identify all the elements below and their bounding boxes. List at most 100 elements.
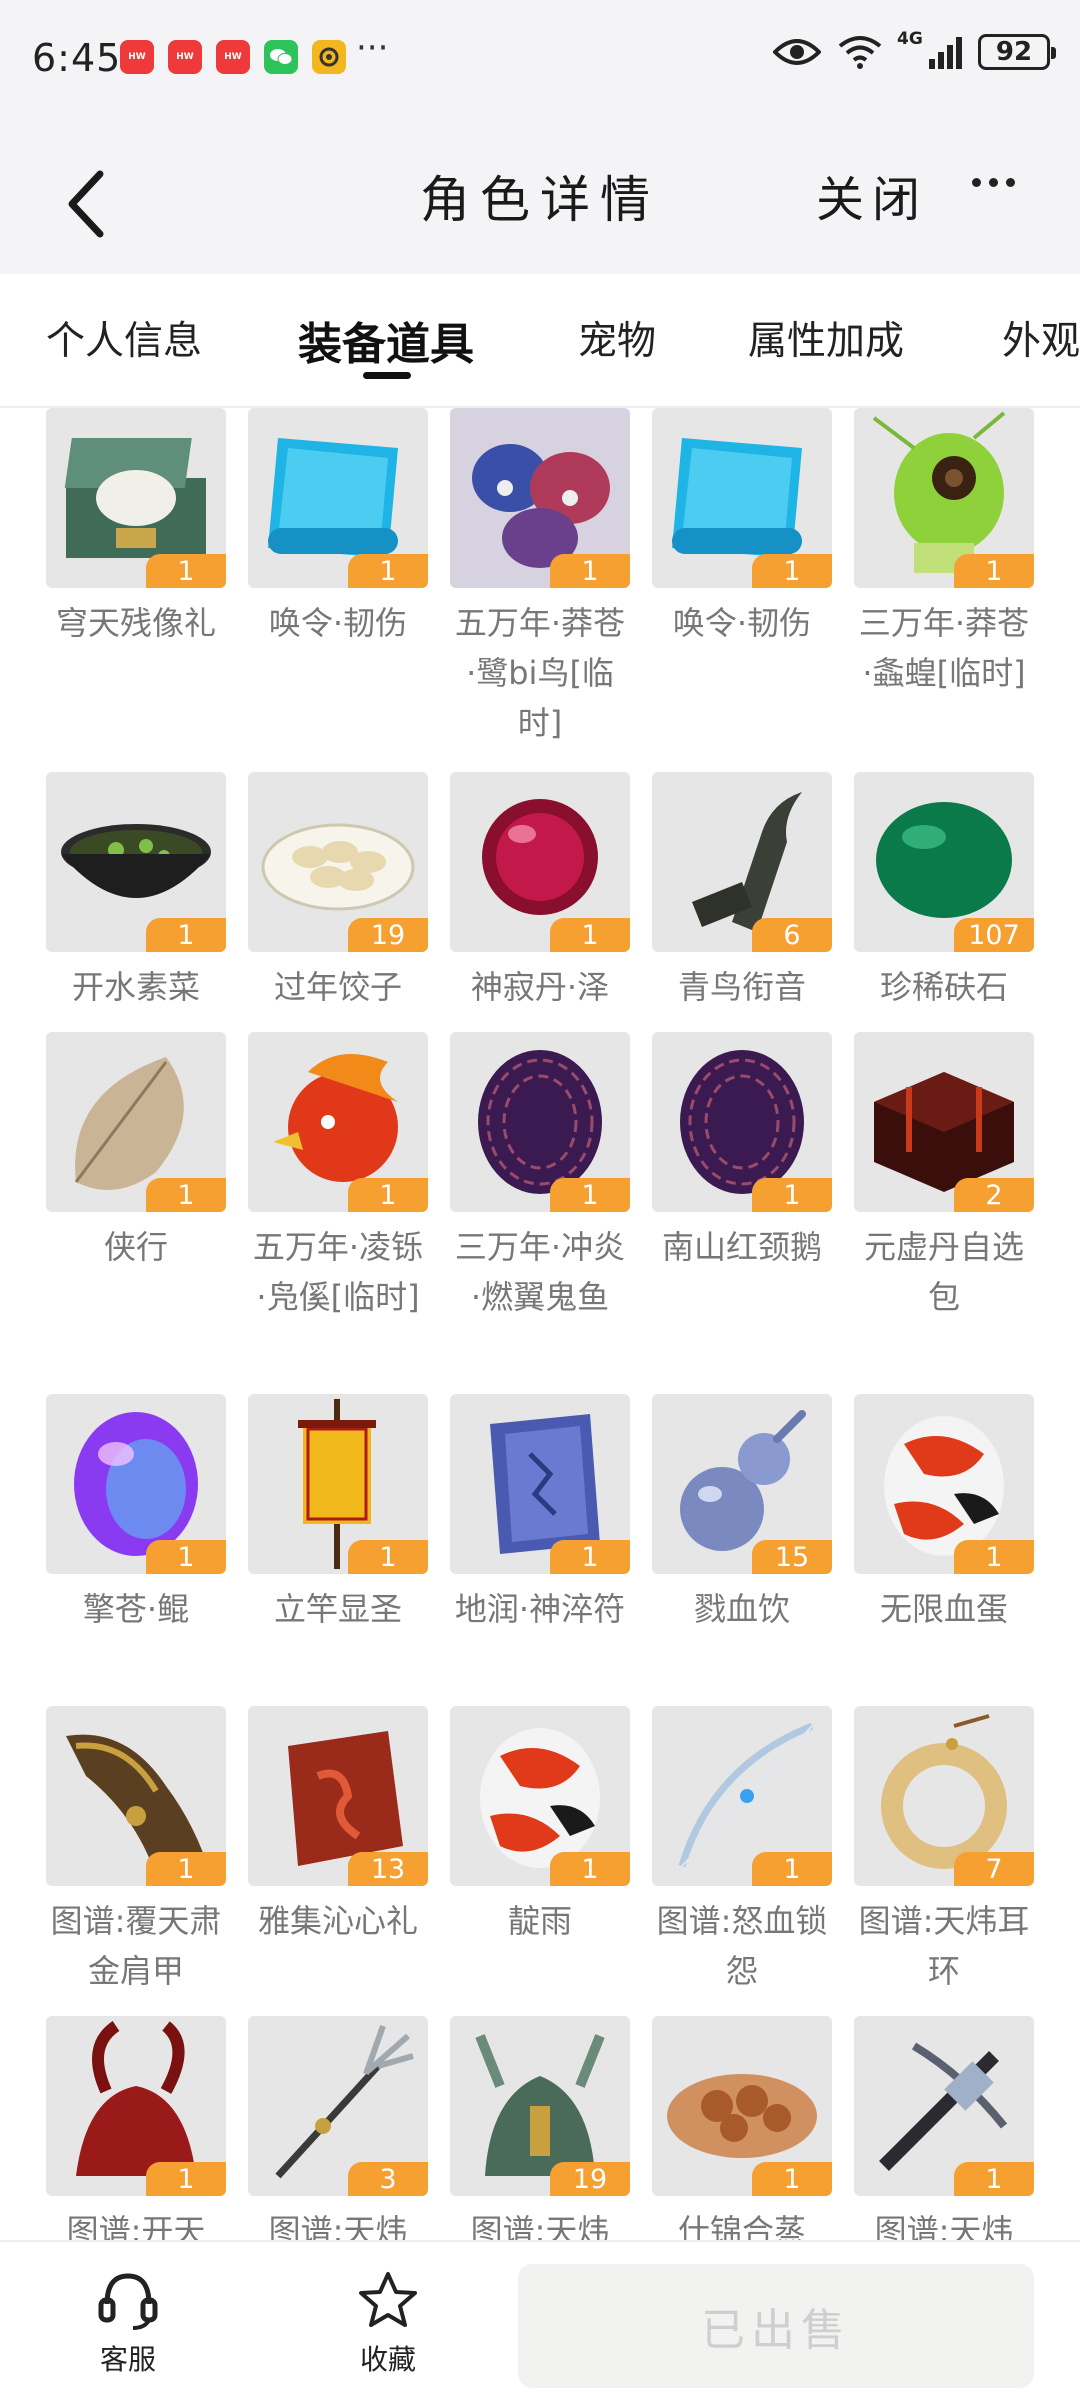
item-grid: 1 穹天残像礼 1 唤令·韧伤 1 五万年·莽苍·鹭bi鸟[临时] 1 唤令·韧… <box>0 408 1080 2240</box>
tab-personal-info[interactable]: 个人信息 <box>46 310 202 366</box>
item-card[interactable]: 1 五万年·莽苍·鹭bi鸟[临时] <box>450 408 630 748</box>
item-card[interactable]: 1 三万年·莽苍·螽蝗[临时] <box>854 408 1034 698</box>
item-name: 靛雨 <box>507 1902 572 1940</box>
favorite-label: 收藏 <box>359 2343 416 2376</box>
item-name: 地润·神淬符 <box>454 1590 626 1628</box>
item-thumbnail: 1 <box>652 2016 832 2196</box>
item-card[interactable]: 19 过年饺子 <box>248 772 428 1012</box>
item-card[interactable]: 1 图谱:覆天肃金肩甲 <box>46 1706 226 1996</box>
item-count-badge: 15 <box>752 1540 832 1574</box>
item-thumbnail: 1 <box>450 1394 630 1574</box>
more-notifications-icon: ··· <box>356 28 389 68</box>
item-count-badge: 1 <box>752 2162 832 2196</box>
battery-indicator: 92 <box>978 34 1056 70</box>
item-count-badge: 13 <box>348 1852 428 1886</box>
tab-pets[interactable]: 宠物 <box>578 310 656 366</box>
item-count-badge: 1 <box>752 554 832 588</box>
item-card[interactable]: 3 图谱:天炜 <box>248 2016 428 2240</box>
item-name: 三万年·莽苍·螽蝗[临时] <box>858 604 1030 692</box>
item-count-badge: 1 <box>146 918 226 952</box>
item-thumbnail: 1 <box>248 1032 428 1212</box>
item-count-badge: 107 <box>954 918 1034 952</box>
item-card[interactable]: 1 擎苍·鲲 <box>46 1394 226 1634</box>
item-thumbnail: 1 <box>652 1706 832 1886</box>
item-count-badge: 1 <box>146 554 226 588</box>
item-card[interactable]: 1 图谱:怒血锁怨 <box>652 1706 832 1996</box>
item-thumbnail: 6 <box>652 772 832 952</box>
item-card[interactable]: 1 开水素菜 <box>46 772 226 1012</box>
item-card[interactable]: 15 戮血饮 <box>652 1394 832 1634</box>
status-time: 6:45 <box>32 36 122 80</box>
status-bar: 6:45 HW HW HW ··· 4G 92 <box>0 0 1080 116</box>
item-thumbnail: 2 <box>854 1032 1034 1212</box>
item-thumbnail: 1 <box>46 2016 226 2196</box>
headset-icon <box>98 2273 158 2330</box>
item-card[interactable]: 1 穹天残像礼 <box>46 408 226 648</box>
item-name: 无限血蛋 <box>879 1590 1008 1628</box>
dot-icon <box>1005 177 1015 187</box>
item-count-badge: 1 <box>752 1852 832 1886</box>
item-thumbnail: 1 <box>854 408 1034 588</box>
item-card[interactable]: 1 图谱:开天 <box>46 2016 226 2240</box>
item-thumbnail: 1 <box>652 408 832 588</box>
item-card[interactable]: 1 地润·神淬符 <box>450 1394 630 1634</box>
item-card[interactable]: 1 立竿显圣 <box>248 1394 428 1634</box>
item-count-badge: 1 <box>348 1540 428 1574</box>
tab-attribute-bonus[interactable]: 属性加成 <box>748 310 904 366</box>
item-card[interactable]: 1 神寂丹·泽 <box>450 772 630 1012</box>
item-count-badge: 1 <box>550 1178 630 1212</box>
dot-icon <box>971 177 981 187</box>
app-icon <box>312 40 346 74</box>
item-name: 图谱:天炜 <box>268 2212 408 2240</box>
item-name: 擎苍·鲲 <box>82 1590 190 1628</box>
item-count-badge: 3 <box>348 2162 428 2196</box>
more-options-button[interactable] <box>958 152 1028 212</box>
item-name: 五万年·莽苍·鹭bi鸟[临时] <box>454 604 626 742</box>
item-card[interactable]: 6 青鸟衔音 <box>652 772 832 1012</box>
item-name: 图谱:天炜 <box>874 2212 1014 2240</box>
item-count-badge: 2 <box>954 1178 1034 1212</box>
item-count-badge: 1 <box>146 1178 226 1212</box>
item-thumbnail: 107 <box>854 772 1034 952</box>
item-thumbnail: 1 <box>652 1032 832 1212</box>
item-name: 侠行 <box>103 1228 168 1266</box>
customer-service-button[interactable]: 客服 <box>68 2270 188 2378</box>
item-thumbnail: 15 <box>652 1394 832 1574</box>
item-card[interactable]: 1 唤令·韧伤 <box>248 408 428 648</box>
item-card[interactable]: 1 什锦合蒸 <box>652 2016 832 2240</box>
item-count-badge: 1 <box>146 1852 226 1886</box>
network-type: 4G <box>897 29 923 49</box>
item-name: 立竿显圣 <box>273 1590 402 1628</box>
favorite-button[interactable]: 收藏 <box>328 2270 448 2378</box>
item-card[interactable]: 107 珍稀砆石 <box>854 772 1034 1012</box>
item-card[interactable]: 7 图谱:天炜耳环 <box>854 1706 1034 1996</box>
item-count-badge: 1 <box>752 1178 832 1212</box>
item-name: 五万年·凌铄·凫傒[临时] <box>252 1228 424 1316</box>
item-count-badge: 1 <box>550 554 630 588</box>
tab-equipment-items[interactable]: 装备道具 <box>298 308 474 372</box>
star-icon <box>359 2272 417 2327</box>
item-name: 过年饺子 <box>273 968 402 1006</box>
item-name: 图谱:怒血锁怨 <box>656 1902 828 1990</box>
item-card[interactable]: 1 靛雨 <box>450 1706 630 1946</box>
item-card[interactable]: 2 元虚丹自选包 <box>854 1032 1034 1322</box>
item-name: 图谱:天炜 <box>470 2212 610 2240</box>
item-card[interactable]: 1 无限血蛋 <box>854 1394 1034 1634</box>
tab-appearance[interactable]: 外观 <box>1002 310 1080 366</box>
item-card[interactable]: 1 三万年·冲炎·燃翼鬼鱼 <box>450 1032 630 1322</box>
item-card[interactable]: 1 五万年·凌铄·凫傒[临时] <box>248 1032 428 1322</box>
close-button[interactable]: 关闭 <box>816 160 928 230</box>
item-count-badge: 1 <box>954 554 1034 588</box>
item-card[interactable]: 1 侠行 <box>46 1032 226 1272</box>
item-name: 什锦合蒸 <box>677 2212 806 2240</box>
signal-icon: 4G <box>897 29 962 69</box>
item-card[interactable]: 1 图谱:天炜 <box>854 2016 1034 2240</box>
item-card[interactable]: 1 南山红颈鹅 <box>652 1032 832 1272</box>
item-card[interactable]: 1 唤令·韧伤 <box>652 408 832 648</box>
item-card[interactable]: 19 图谱:天炜 <box>450 2016 630 2240</box>
item-thumbnail: 1 <box>450 408 630 588</box>
header-bar: 角色详情 关闭 <box>0 116 1080 274</box>
item-card[interactable]: 13 雅集沁心礼 <box>248 1706 428 1946</box>
sold-status-button[interactable]: 已出售 <box>518 2264 1034 2388</box>
item-name: 图谱:开天 <box>66 2212 206 2240</box>
